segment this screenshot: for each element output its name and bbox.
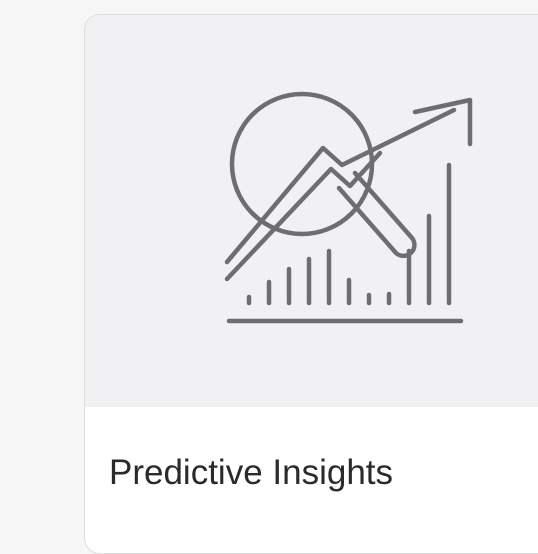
card-body: Predictive Insights bbox=[85, 407, 538, 553]
card-title: Predictive Insights bbox=[109, 453, 394, 492]
analytics-magnifier-chart-icon bbox=[224, 91, 473, 324]
insight-card[interactable]: Predictive Insights bbox=[84, 14, 538, 554]
card-media bbox=[85, 15, 538, 407]
